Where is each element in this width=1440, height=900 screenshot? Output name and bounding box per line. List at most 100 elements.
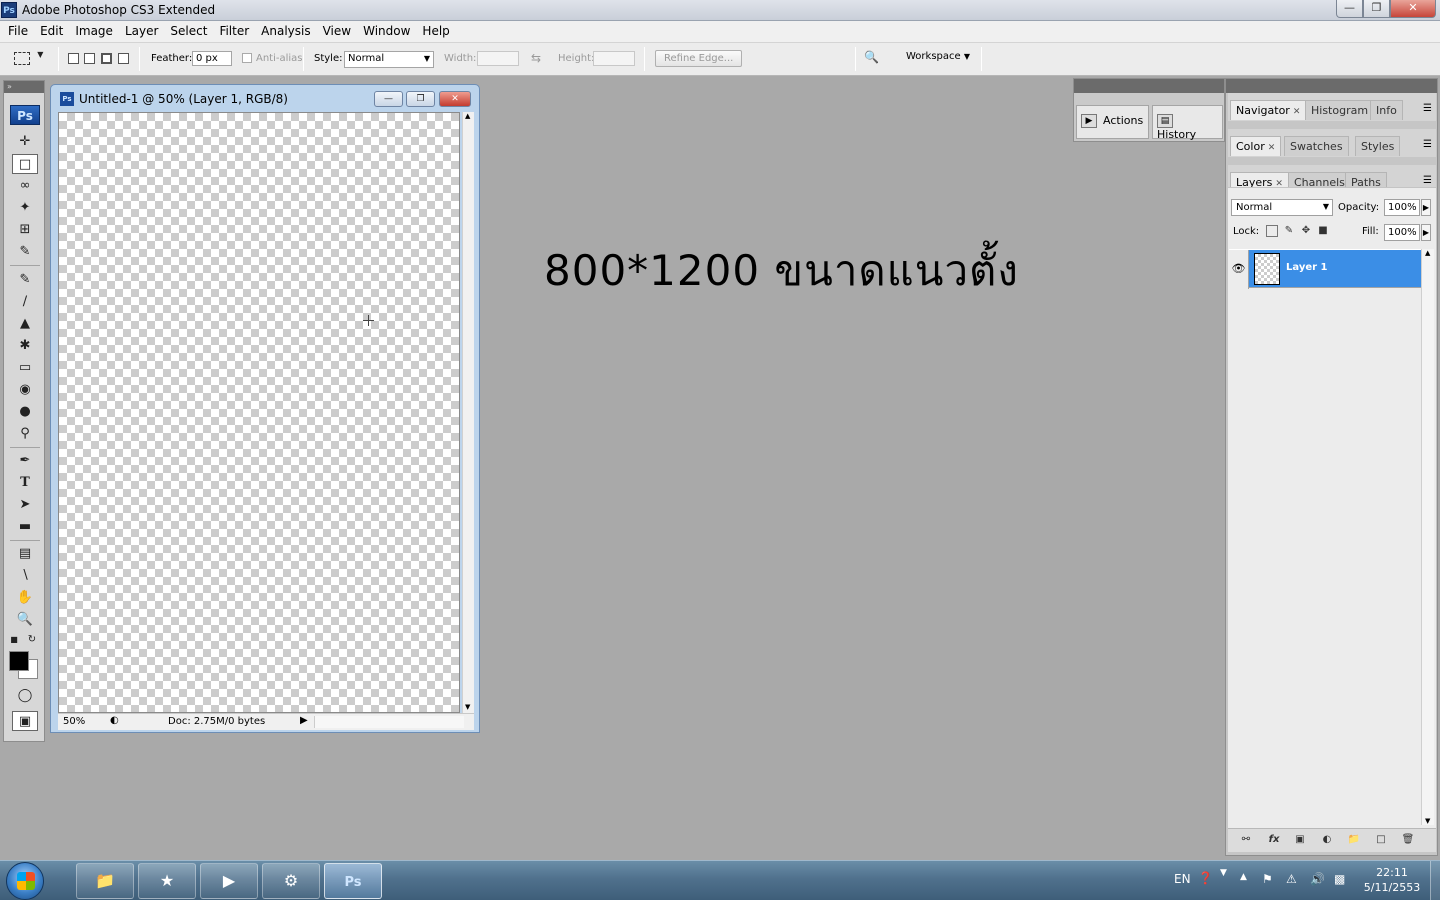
layers-scrollbar[interactable]: ▲ ▼ [1421,249,1434,825]
language-options-icon[interactable]: ▼ [1220,868,1227,878]
layer-style-fx-icon[interactable]: fx [1266,833,1282,847]
brush-tool-icon[interactable]: ∕ [12,292,38,312]
height-input[interactable] [593,51,635,66]
spot-healing-brush-icon[interactable]: ✎ [12,270,38,290]
scroll-down-icon[interactable]: ▼ [465,703,470,711]
crop-tool-icon[interactable]: ⊞ [12,220,38,240]
language-indicator[interactable]: EN [1174,872,1191,886]
blur-tool-icon[interactable]: ● [12,402,38,422]
intersect-selection-icon[interactable] [118,53,129,64]
show-hidden-icons-icon[interactable]: ▲ [1240,872,1247,882]
dodge-tool-icon[interactable]: ⚲ [12,424,38,444]
dock-header[interactable] [1226,79,1437,93]
help-icon[interactable]: ❓ [1198,871,1213,885]
media-player-taskbar-button[interactable]: ▶ [200,863,258,899]
new-selection-icon[interactable] [68,53,79,64]
link-layers-icon[interactable]: ⚯ [1238,833,1254,847]
clone-stamp-tool-icon[interactable]: ▲ [12,314,38,334]
anti-alias-checkbox[interactable] [242,53,252,63]
quick-mask-icon[interactable]: ◯ [12,686,38,706]
zoom-tool-icon[interactable]: 🔍 [12,610,38,630]
foreground-color-swatch[interactable] [9,651,29,671]
show-desktop-button[interactable] [1430,861,1440,900]
lock-all-icon[interactable]: ■ [1317,225,1329,237]
pen-tool-icon[interactable]: ✒ [12,451,38,471]
scroll-up-icon[interactable]: ▲ [465,112,470,120]
actions-panel-button[interactable]: ▶ Actions [1076,105,1149,139]
document-canvas[interactable] [58,112,460,713]
rectangular-marquee-tool-icon[interactable]: □ [12,154,38,174]
bridge-icon[interactable]: 🔍 [864,50,886,67]
panel-menu-icon[interactable]: ☰ [1423,139,1432,150]
workspace-menu[interactable]: Workspace ▼ [906,51,970,62]
clock[interactable]: 22:11 5/11/2553 [1362,865,1422,895]
zoom-level[interactable]: 50% [63,716,85,727]
tab-navigator[interactable]: Navigator ✕ [1230,100,1307,120]
swap-icon[interactable]: ⇆ [531,51,541,65]
tab-color[interactable]: Color ✕ [1230,136,1282,156]
status-icon[interactable]: ◐ [110,715,119,726]
new-group-icon[interactable]: 📁 [1346,833,1362,847]
menu-layer[interactable]: Layer [119,21,164,42]
tab-info[interactable]: Info [1370,100,1403,120]
fill-input[interactable]: 100% [1384,224,1420,241]
menu-select[interactable]: Select [164,21,213,42]
menu-window[interactable]: Window [357,21,416,42]
swap-colors-icon[interactable]: ↻ [26,634,38,646]
close-icon[interactable]: ✕ [1268,143,1276,153]
path-selection-tool-icon[interactable]: ➤ [12,495,38,515]
scroll-down-icon[interactable]: ▼ [1425,817,1430,825]
doc-minimize-button[interactable]: — [374,91,403,107]
eraser-tool-icon[interactable]: ▭ [12,358,38,378]
lasso-tool-icon[interactable]: ∞ [12,176,38,196]
start-button[interactable] [6,862,44,900]
adjustment-layer-icon[interactable]: ◐ [1319,833,1335,847]
opacity-input[interactable]: 100% [1384,199,1420,216]
doc-close-button[interactable]: ✕ [439,91,471,107]
menu-filter[interactable]: Filter [213,21,255,42]
maximize-button[interactable]: ❐ [1363,0,1390,18]
subtract-from-selection-icon[interactable] [101,53,112,64]
tool-preset-picker[interactable]: ▼ [14,50,52,68]
lock-transparent-icon[interactable] [1266,225,1278,237]
vertical-scrollbar[interactable]: ▲ ▼ [462,112,474,713]
layer-row[interactable]: 👁 Layer 1 [1229,249,1421,289]
menu-help[interactable]: Help [416,21,455,42]
new-layer-icon[interactable]: □ [1373,833,1389,847]
photoshop-logo[interactable]: Ps [10,105,40,125]
network-signal-icon[interactable]: ▩ [1334,872,1345,886]
fill-slider-arrow-icon[interactable]: ▶ [1421,224,1431,241]
menu-file[interactable]: File [2,21,34,42]
add-to-selection-icon[interactable] [84,53,95,64]
style-select[interactable]: Normal ▼ [344,51,434,68]
refine-edge-button[interactable]: Refine Edge... [655,50,743,67]
scroll-up-icon[interactable]: ▲ [1425,249,1430,257]
menu-analysis[interactable]: Analysis [255,21,316,42]
panel-menu-icon[interactable]: ☰ [1423,103,1432,114]
lock-pixels-icon[interactable]: ✎ [1283,225,1295,237]
explorer-taskbar-button[interactable]: 📁 [76,863,134,899]
screen-mode-icon[interactable]: ▣ [12,711,38,731]
blend-mode-select[interactable]: Normal ▼ [1231,199,1333,216]
default-colors-icon[interactable]: ■ [8,634,20,646]
photoshop-taskbar-button[interactable]: Ps [324,863,382,899]
history-brush-tool-icon[interactable]: ✱ [12,336,38,356]
tab-styles[interactable]: Styles [1355,136,1401,156]
type-tool-icon[interactable]: T [12,473,38,493]
minimize-button[interactable]: — [1336,0,1363,18]
action-center-icon[interactable]: ⚑ [1262,872,1273,886]
volume-icon[interactable]: 🔊 [1310,872,1325,886]
menu-image[interactable]: Image [69,21,119,42]
tab-histogram[interactable]: Histogram [1305,100,1375,120]
menu-view[interactable]: View [317,21,357,42]
width-input[interactable] [477,51,519,66]
trash-icon[interactable]: 🗑 [1400,833,1416,847]
menu-edit[interactable]: Edit [34,21,69,42]
hand-tool-icon[interactable]: ✋ [12,588,38,608]
panel-menu-icon[interactable]: ☰ [1423,175,1432,186]
opacity-slider-arrow-icon[interactable]: ▶ [1421,199,1431,216]
app-taskbar-button-2[interactable]: ★ [138,863,196,899]
tab-swatches[interactable]: Swatches [1284,136,1349,156]
close-icon[interactable]: ✕ [1293,107,1301,117]
magic-wand-tool-icon[interactable]: ✦ [12,198,38,218]
